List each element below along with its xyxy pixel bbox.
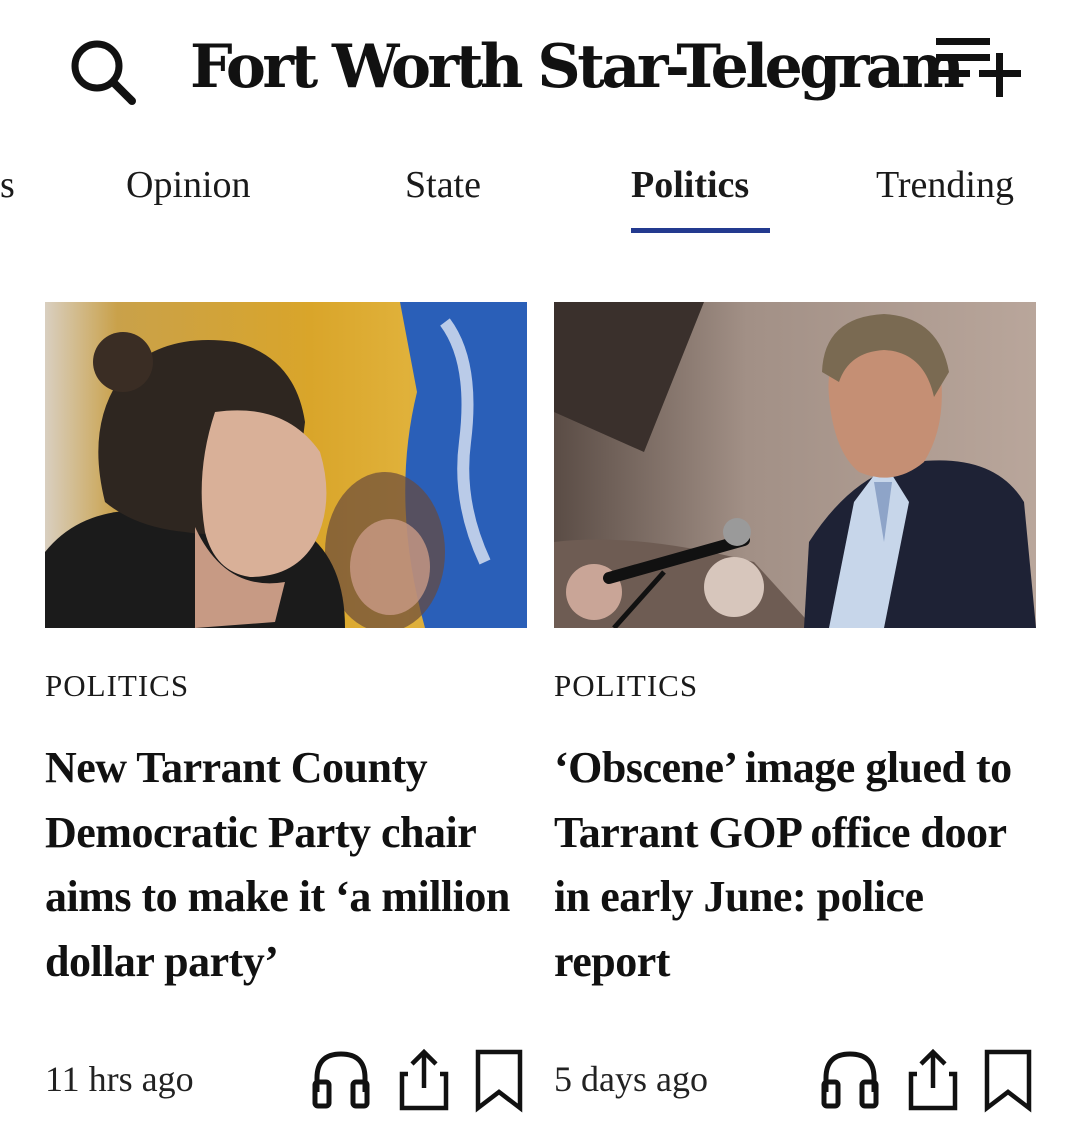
bookmark-icon[interactable] bbox=[470, 1044, 530, 1114]
article-meta: 11 hrs ago bbox=[45, 1044, 527, 1114]
article-section-label[interactable]: POLITICS bbox=[45, 668, 189, 704]
article-headline[interactable]: New Tarrant County Democratic Party chai… bbox=[45, 736, 527, 994]
tab-partial[interactable]: s bbox=[0, 160, 15, 210]
section-tabs: s Opinion State Politics Trending bbox=[0, 150, 1080, 240]
headphones-icon[interactable] bbox=[311, 1044, 371, 1114]
share-icon[interactable] bbox=[394, 1044, 454, 1114]
active-tab-indicator bbox=[631, 228, 770, 233]
headphones-icon[interactable] bbox=[820, 1044, 880, 1114]
app-header: Fort Worth Star-Telegram bbox=[0, 0, 1080, 130]
article-card: POLITICS New Tarrant County Democratic P… bbox=[45, 302, 527, 1132]
article-timestamp: 5 days ago bbox=[554, 1059, 708, 1099]
share-icon[interactable] bbox=[903, 1044, 963, 1114]
tab-trending[interactable]: Trending bbox=[876, 160, 1014, 210]
article-card: POLITICS ‘Obscene’ image glued to Tarran… bbox=[554, 302, 1036, 1132]
playlist-add-icon[interactable] bbox=[928, 28, 1028, 108]
masthead-logo[interactable]: Fort Worth Star-Telegram bbox=[190, 24, 965, 114]
search-icon[interactable] bbox=[62, 30, 142, 110]
article-meta: 5 days ago bbox=[554, 1044, 1036, 1114]
article-timestamp: 11 hrs ago bbox=[45, 1059, 194, 1099]
tab-opinion[interactable]: Opinion bbox=[126, 160, 251, 210]
tab-state[interactable]: State bbox=[405, 160, 481, 210]
bookmark-icon[interactable] bbox=[979, 1044, 1039, 1114]
article-section-label[interactable]: POLITICS bbox=[554, 668, 698, 704]
article-photo[interactable] bbox=[45, 302, 527, 628]
article-photo[interactable] bbox=[554, 302, 1036, 628]
article-headline[interactable]: ‘Obscene’ image glued to Tarrant GOP off… bbox=[554, 736, 1036, 994]
tab-politics[interactable]: Politics bbox=[631, 160, 749, 210]
